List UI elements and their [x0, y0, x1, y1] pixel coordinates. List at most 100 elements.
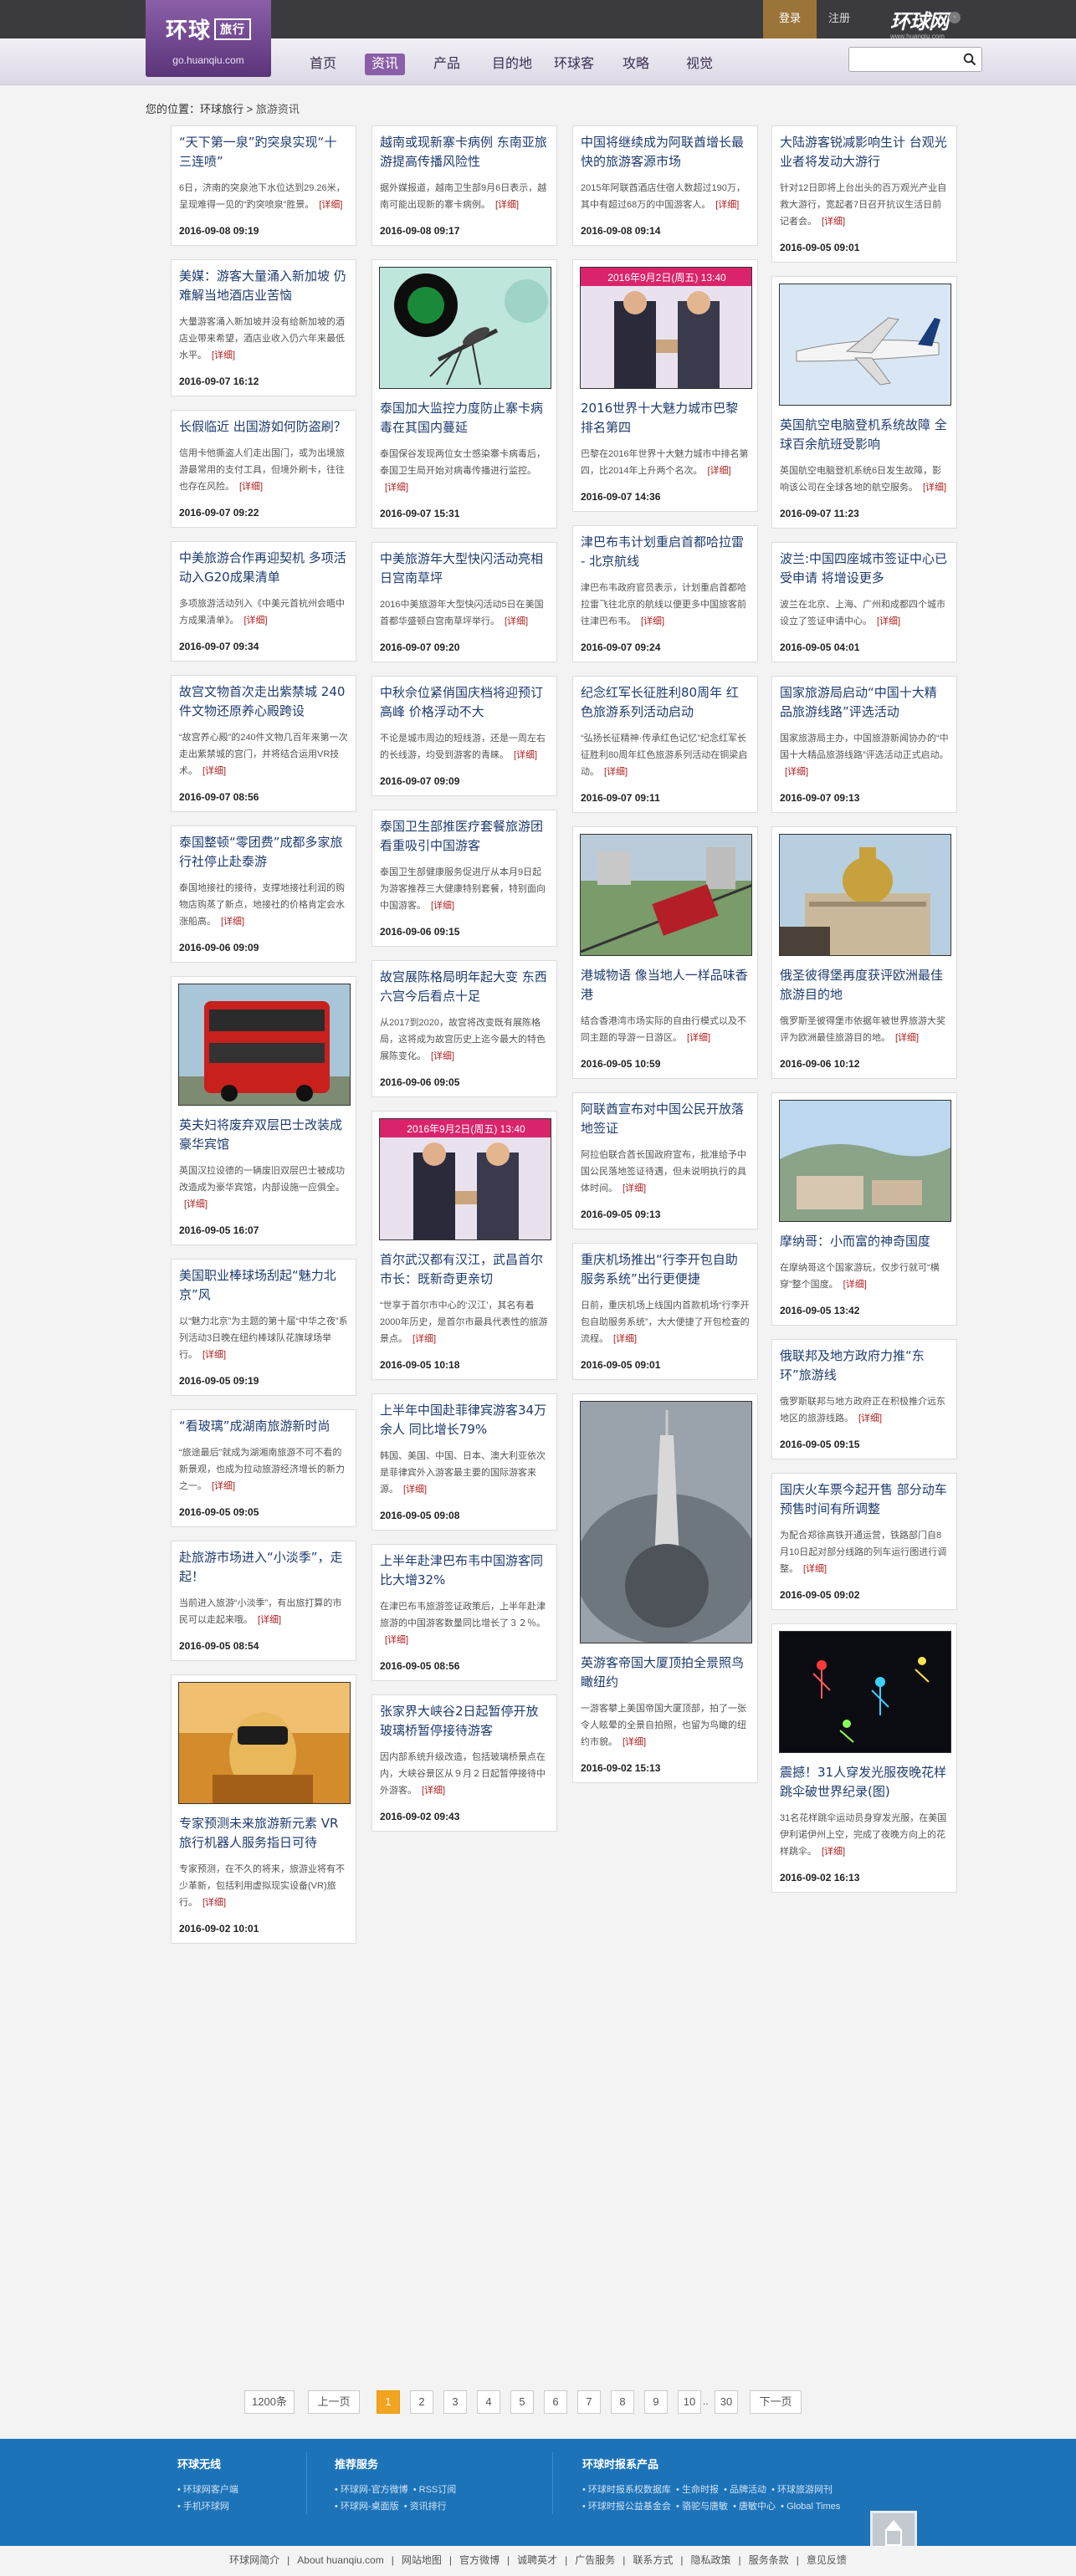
detail-link[interactable]: [详细] — [822, 217, 845, 227]
news-card[interactable]: 泰国加大监控力度防止寨卡病毒在其国内蔓延 泰国保谷发现两位女士感染寨卡病毒后，泰国… — [371, 259, 557, 529]
footer-link[interactable]: • 环球网-桌面版 — [335, 2502, 399, 2512]
nav-item[interactable]: 视觉 — [686, 54, 713, 75]
news-image[interactable] — [779, 834, 951, 956]
page-button[interactable]: 5 — [510, 2390, 534, 2414]
page-button[interactable]: 2 — [410, 2390, 433, 2414]
news-title[interactable]: 中国将继续成为阿联酋增长最快的旅游客源市场 — [581, 133, 750, 171]
detail-link[interactable]: [详细] — [715, 200, 739, 210]
news-card[interactable]: 大陆游客锐减影响生计 台观光业者将发动大游行 针对12日即将上台出头的百万观光产业… — [771, 125, 957, 263]
breadcrumb-current[interactable]: 旅游资讯 — [256, 103, 300, 115]
news-card[interactable]: 摩纳哥：小而富的神奇国度 在摩纳哥这个国家游玩，仅步行就可“横穿”整个国度。 [详细… — [771, 1092, 957, 1326]
detail-link[interactable]: [详细] — [431, 901, 454, 911]
detail-link[interactable]: [详细] — [422, 1786, 445, 1796]
detail-link[interactable]: [详细] — [319, 200, 342, 210]
news-card[interactable]: 英国航空电脑登机系统故障 全球百余航班受影响 英国航空电脑登机系统6日发生故障，影… — [771, 276, 957, 529]
news-title[interactable]: 中美旅游合作再迎契机 多项活动入G20成果清单 — [179, 549, 348, 587]
detail-link[interactable]: [详细] — [202, 1898, 226, 1908]
news-title[interactable]: 英游客帝国大厦顶拍全景照鸟瞰纽约 — [581, 1653, 750, 1692]
news-card[interactable]: 港城物语 像当地人一样品味香港 结合香港湾市场实际的自由行模式以及不同主题的导游一… — [572, 826, 758, 1079]
footer-link[interactable]: • 环球时报公益基金会 — [582, 2502, 671, 2512]
detail-link[interactable]: [详细] — [385, 483, 408, 493]
news-card[interactable]: “看玻璃”成湖南旅游新时尚 “旅途最后”就成为湖湘南旅游不可不看的新景观，也成为拉… — [171, 1409, 356, 1527]
news-card[interactable]: 中秋佘位紧俏国庆档将迎预订高峰 价格浮动不大 不论是城市周边的短线游，还是一周左右… — [371, 676, 557, 796]
news-image[interactable]: 2016年9月2日(周五) 13:40 — [379, 1118, 551, 1240]
news-title[interactable]: 赴旅游市场进入“小淡季”，走起！ — [179, 1548, 348, 1587]
footer-link[interactable]: • 手机环球网 — [177, 2498, 238, 2515]
nav-item[interactable]: 环球客 — [554, 54, 594, 75]
nav-item[interactable]: 攻略 — [623, 54, 649, 75]
news-title[interactable]: 中秋佘位紧俏国庆档将迎预订高峰 价格浮动不大 — [380, 683, 549, 722]
detail-link[interactable]: [详细] — [822, 1847, 845, 1857]
news-title[interactable]: “看玻璃”成湖南旅游新时尚 — [179, 1417, 348, 1436]
bottom-link[interactable]: 环球网简介 — [229, 2554, 279, 2566]
news-title[interactable]: 张家界大峡谷2日起暂停开放玻璃桥暂停接待游客 — [380, 1702, 549, 1740]
news-image[interactable] — [779, 284, 951, 406]
news-card[interactable]: 2016年9月2日(周五) 13:40 2016世界十大魅力城市巴黎排名第四 巴黎在… — [572, 259, 758, 512]
detail-link[interactable]: [详细] — [431, 1051, 454, 1061]
news-title[interactable]: 泰国卫生部推医疗套餐旅游团 看重吸引中国游客 — [380, 817, 549, 856]
detail-link[interactable]: [详细] — [202, 766, 226, 776]
page-button[interactable]: 6 — [544, 2390, 567, 2414]
next-page-button[interactable]: 下一页 — [750, 2390, 802, 2414]
news-title[interactable]: 英国航空电脑登机系统故障 全球百余航班受影响 — [780, 416, 949, 454]
page-button[interactable]: 7 — [577, 2390, 601, 2414]
detail-link[interactable]: [详细] — [184, 1199, 208, 1209]
info-icon[interactable]: ◦ — [949, 12, 961, 23]
news-card[interactable]: 张家界大峡谷2日起暂停开放玻璃桥暂停接待游客 因内部系统升级改造，包括玻璃桥景点在… — [371, 1694, 557, 1832]
search-input[interactable] — [854, 49, 960, 70]
nav-item[interactable]: 目的地 — [492, 54, 532, 75]
news-title[interactable]: 大陆游客锐减影响生计 台观光业者将发动大游行 — [780, 133, 949, 171]
detail-link[interactable]: [详细] — [412, 1334, 436, 1344]
news-card[interactable]: 专家预测未来旅游新元素 VR旅行机器人服务指日可待 专家预测，在不久的将来，旅游业… — [171, 1674, 356, 1944]
news-title[interactable]: 上半年赴津巴布韦中国游客同比大增32% — [380, 1551, 549, 1590]
news-card[interactable]: 泰国卫生部推医疗套餐旅游团 看重吸引中国游客 泰国卫生部健康服务促进厅从本月9日起… — [371, 810, 557, 947]
news-card[interactable]: 美媒：游客大量涌入新加坡 仍难解当地酒店业苦恼 大量游客涌入新加坡并没有给新加坡的… — [171, 259, 356, 396]
news-title[interactable]: 津巴布韦计划重启首都哈拉雷 - 北京航线 — [581, 533, 750, 571]
page-button[interactable]: 9 — [644, 2390, 668, 2414]
news-image[interactable] — [779, 1100, 951, 1222]
detail-link[interactable]: [详细] — [604, 767, 628, 777]
news-title[interactable]: 故宫文物首次走出紫禁城 240件文物还原养心殿跨设 — [179, 682, 348, 721]
footer-link[interactable]: • 环球网客户端 — [177, 2481, 238, 2498]
detail-link[interactable]: [详细] — [623, 1183, 646, 1193]
nav-item[interactable]: 产品 — [433, 54, 460, 75]
news-title[interactable]: 俄圣彼得堡再度获评欧洲最佳旅游目的地 — [780, 966, 949, 1004]
footer-link[interactable]: • 环球旅游网刊 — [771, 2485, 833, 2495]
news-title[interactable]: 泰国加大监控力度防止寨卡病毒在其国内蔓延 — [380, 399, 549, 437]
news-image[interactable]: 2016年9月2日(周五) 13:40 — [580, 267, 752, 389]
page-button[interactable]: 4 — [477, 2390, 500, 2414]
news-card[interactable]: 俄联邦及地方政府力推“东环”旅游线 俄罗斯联邦与地方政府正在积极推介远东地区的旅游… — [771, 1339, 957, 1459]
detail-link[interactable]: [详细] — [623, 1737, 646, 1747]
news-title[interactable]: 纪念红军长征胜利80周年 红色旅游系列活动启动 — [581, 683, 750, 722]
news-title[interactable]: 港城物语 像当地人一样品味香港 — [581, 966, 750, 1004]
news-title[interactable]: 2016世界十大魅力城市巴黎排名第四 — [581, 399, 750, 437]
nav-item[interactable]: 资讯 — [365, 54, 406, 75]
detail-link[interactable]: [详细] — [687, 1033, 710, 1043]
bottom-link[interactable]: About huanqiu.com — [297, 2554, 383, 2566]
news-card[interactable]: 国家旅游局启动“中国十大精品旅游线路”评选活动 国家旅游局主办，中国旅游新闻协办的… — [771, 676, 957, 813]
detail-link[interactable]: [详细] — [514, 750, 537, 760]
footer-link[interactable]: • RSS订阅 — [413, 2485, 457, 2495]
news-card[interactable]: 纪念红军长征胜利80周年 红色旅游系列活动启动 “弘扬长征精神·传承红色记忆”纪念… — [572, 676, 758, 813]
page-button[interactable]: 8 — [611, 2390, 634, 2414]
news-image[interactable] — [779, 1631, 951, 1753]
news-card[interactable]: 上半年赴津巴布韦中国游客同比大增32% 在津巴布韦旅游签证政策后，上半年赴津旅游的… — [371, 1544, 557, 1681]
page-button[interactable]: 3 — [443, 2390, 467, 2414]
page-button[interactable]: 10 — [678, 2390, 701, 2414]
news-title[interactable]: 专家预测未来旅游新元素 VR旅行机器人服务指日可待 — [179, 1814, 348, 1853]
footer-link[interactable]: • 骆驼与唐敏 — [676, 2502, 728, 2512]
huanqiu-logo[interactable]: 环球网 www.huanqiu.com — [890, 5, 949, 40]
footer-link[interactable]: • 生命时报 — [676, 2485, 719, 2495]
news-image[interactable] — [580, 834, 752, 956]
news-title[interactable]: 故宫展陈格局明年起大变 东西六宫今后看点十足 — [380, 968, 549, 1006]
detail-link[interactable]: [详细] — [858, 1413, 882, 1423]
news-card[interactable]: 2016年9月2日(周五) 13:40 首尔武汉都有汉江，武昌首尔市长：既新奇更亲… — [371, 1111, 557, 1380]
page-button[interactable]: 30 — [715, 2390, 738, 2414]
nav-item[interactable]: 首页 — [310, 54, 336, 75]
prev-page-button[interactable]: 上一页 — [308, 2390, 360, 2414]
news-card[interactable]: 英游客帝国大厦顶拍全景照鸟瞰纽约 一游客攀上美国帝国大厦顶部，拍了一张令人眩晕的全… — [572, 1393, 758, 1783]
news-card[interactable]: 震撼！31人穿发光服夜晚花样跳伞破世界纪录(图) 31名花样跳伞运动员身穿发光服，… — [771, 1623, 957, 1893]
detail-link[interactable]: [详细] — [239, 482, 263, 492]
news-title[interactable]: 首尔武汉都有汉江，武昌首尔市长：既新奇更亲切 — [380, 1250, 549, 1289]
page-button[interactable]: 1 — [377, 2390, 400, 2414]
